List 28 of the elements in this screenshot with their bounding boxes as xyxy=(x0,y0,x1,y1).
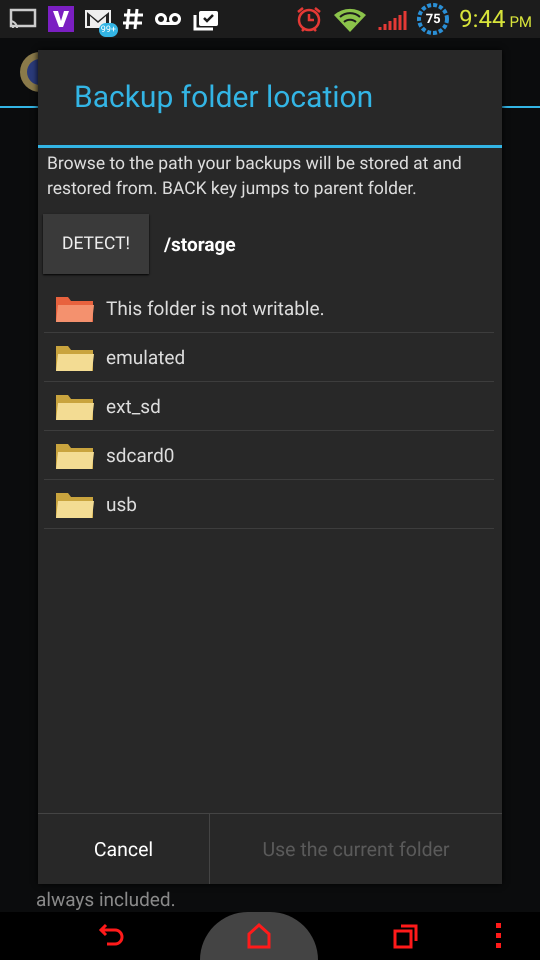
battery-level: 75 xyxy=(426,12,441,26)
folder-item[interactable]: emulated xyxy=(44,333,494,382)
battery-ring-icon xyxy=(417,3,450,35)
folder-item[interactable]: This folder is not writable. xyxy=(44,284,494,333)
clock-time: 9:44 xyxy=(459,5,506,33)
folder-name: usb xyxy=(106,492,137,516)
recent-apps-icon[interactable] xyxy=(392,922,420,950)
folder-item[interactable]: ext_sd xyxy=(44,382,494,431)
folder-item[interactable]: sdcard0 xyxy=(44,431,494,480)
app-logo-icon xyxy=(48,6,74,32)
background-text: always included. xyxy=(35,888,177,912)
current-path: /storage xyxy=(164,232,236,256)
alarm-icon xyxy=(295,5,324,33)
cancel-button[interactable]: Cancel xyxy=(38,814,210,884)
detect-button[interactable]: DETECT! xyxy=(43,214,149,274)
notification-badge: 99+ xyxy=(98,23,118,37)
folder-name: This folder is not writable. xyxy=(106,296,325,320)
cast-icon xyxy=(8,7,38,31)
folder-item[interactable]: usb xyxy=(44,480,494,529)
menu-icon[interactable] xyxy=(494,922,503,950)
folder-name: ext_sd xyxy=(106,394,161,418)
clock-period: PM xyxy=(509,13,532,31)
folder-name: sdcard0 xyxy=(106,444,174,466)
hashtag-icon xyxy=(122,7,144,31)
home-icon xyxy=(244,922,273,950)
folder-name: emulated xyxy=(106,346,186,368)
dialog-description: Browse to the path your backups will be stored at and restored from. BACK key jumps to parent folder. xyxy=(46,153,463,201)
dialog-title: Backup folder location xyxy=(38,50,502,148)
